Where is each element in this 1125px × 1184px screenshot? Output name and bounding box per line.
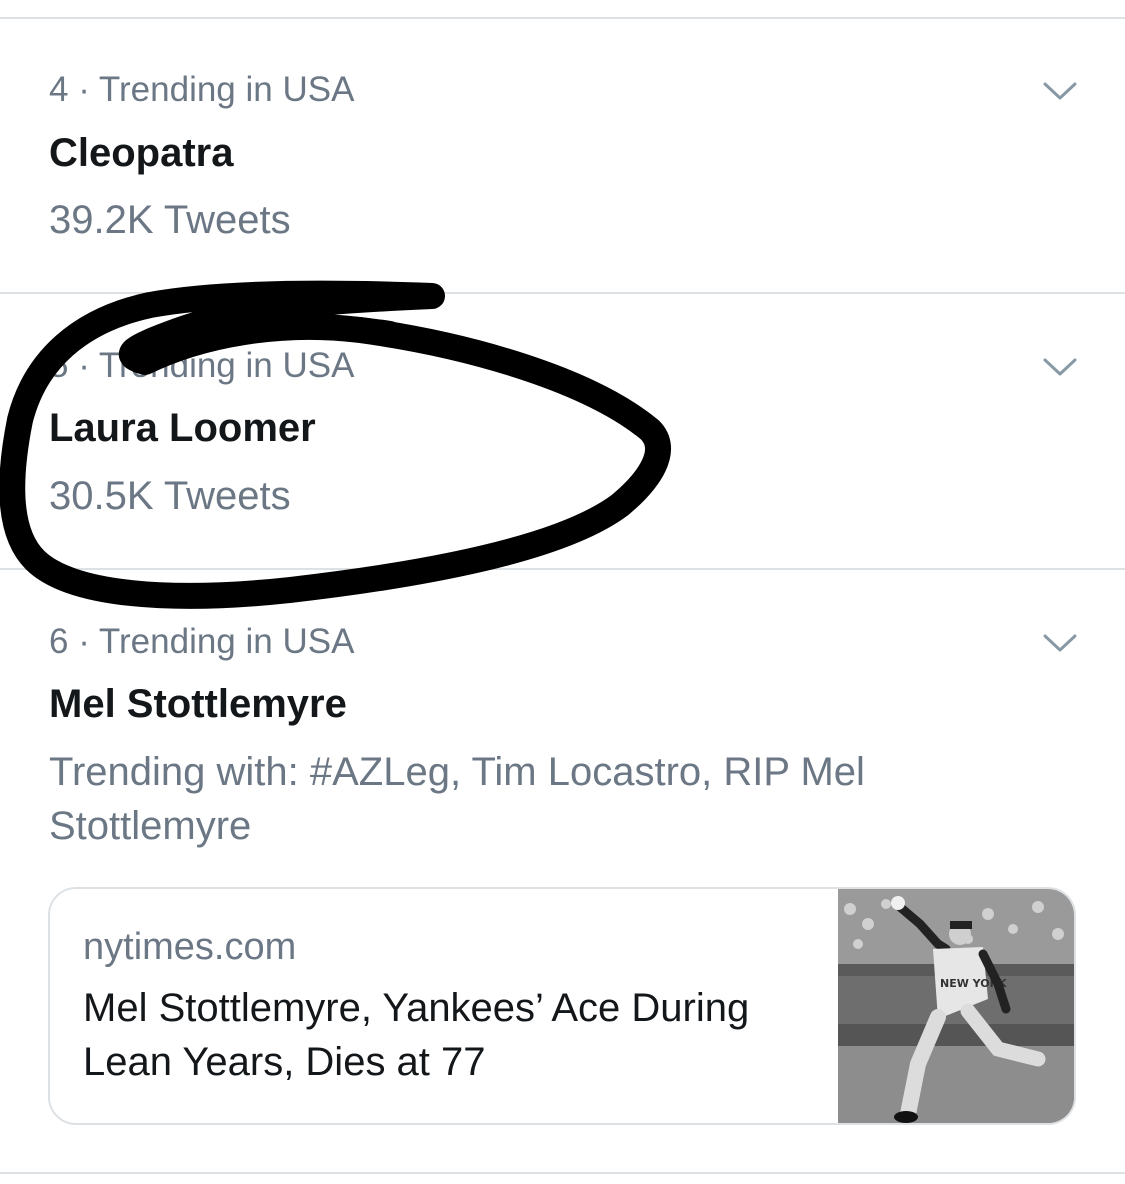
chevron-down-icon[interactable]	[1040, 628, 1080, 658]
trend-tweet-count: 30.5K Tweets	[49, 474, 291, 518]
trend-tweet-count: 39.2K Tweets	[49, 198, 291, 242]
divider	[0, 292, 1125, 294]
card-thumbnail[interactable]: NEW YORK	[838, 889, 1076, 1125]
card-domain: nytimes.com	[83, 926, 297, 968]
chevron-down-icon[interactable]	[1040, 352, 1080, 382]
trend-name[interactable]: Mel Stottlemyre	[49, 681, 347, 727]
divider	[0, 568, 1125, 570]
trend-name[interactable]: Cleopatra	[49, 130, 234, 176]
trend-name[interactable]: Laura Loomer	[49, 405, 316, 451]
chevron-down-icon[interactable]	[1040, 76, 1080, 106]
trend-rank-label: 6 · Trending in USA	[49, 622, 355, 661]
trend-context: Trending with: #AZLeg, Tim Locastro, RIP…	[49, 750, 865, 848]
trend-rank-label: 4 · Trending in USA	[49, 70, 355, 109]
divider-bottom	[0, 1172, 1125, 1174]
card-headline[interactable]: Mel Stottlemyre, Yankees’ Ace During Lea…	[83, 981, 803, 1089]
trend-rank-label: 5 · Trending in USA	[49, 346, 355, 385]
news-card[interactable]: nytimes.com Mel Stottlemyre, Yankees’ Ac…	[48, 887, 1076, 1125]
divider-top	[0, 17, 1125, 19]
